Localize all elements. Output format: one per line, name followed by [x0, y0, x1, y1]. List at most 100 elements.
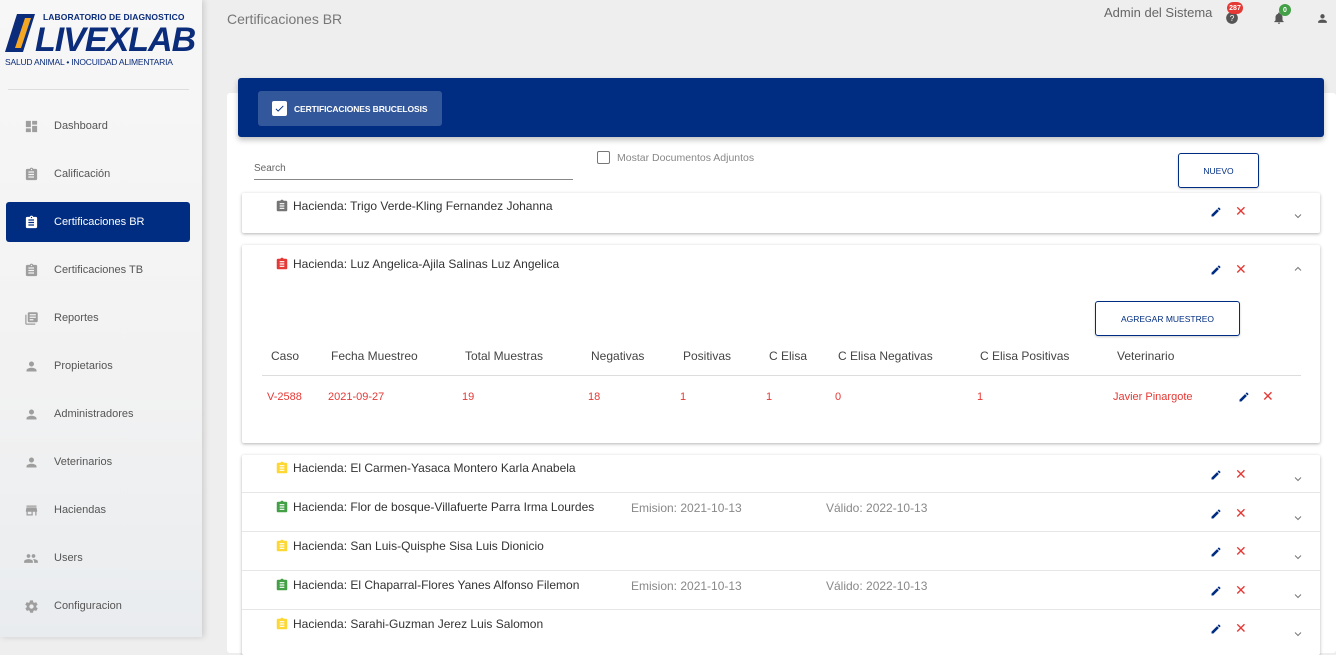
chevron-down-icon[interactable]: [1292, 628, 1304, 640]
edit-icon[interactable]: [1210, 546, 1222, 558]
emission-date: Emision: 2021-10-13: [631, 501, 742, 515]
clipboard-status-icon: [276, 578, 288, 591]
library-books-icon: [23, 310, 39, 326]
table-cell: 19: [462, 391, 475, 403]
table-cell: 1: [680, 391, 687, 403]
edit-icon[interactable]: [1210, 508, 1222, 520]
hacienda-title: Hacienda: El Chaparral-Flores Yanes Alfo…: [293, 578, 580, 592]
sidebar-item-label: Propietarios: [54, 360, 113, 372]
delete-icon[interactable]: ✕: [1235, 467, 1247, 481]
table-cell: 1: [977, 391, 984, 403]
column-header[interactable]: Fecha Muestreo: [331, 349, 418, 363]
hacienda-row[interactable]: Hacienda: El Chaparral-Flores Yanes Alfo…: [242, 572, 1320, 610]
edit-icon[interactable]: [1238, 391, 1250, 403]
clipboard-icon: [23, 262, 39, 278]
add-sampling-button[interactable]: AGREGAR MUESTREO: [1095, 301, 1240, 336]
chevron-down-icon[interactable]: [1292, 210, 1304, 222]
delete-icon[interactable]: ✕: [1262, 389, 1274, 403]
clipboard-status-icon: [276, 199, 288, 212]
table-cell: 2021-09-27: [328, 391, 385, 403]
column-header[interactable]: Positivas: [683, 349, 731, 363]
delete-icon[interactable]: ✕: [1235, 262, 1247, 276]
sidebar-item-dashboard[interactable]: Dashboard: [6, 106, 190, 146]
sidebar-item-label: Certificaciones BR: [54, 216, 145, 228]
sidebar-divider: [8, 89, 189, 90]
hacienda-row[interactable]: Hacienda: Sarahi-Guzman Jerez Luis Salom…: [242, 611, 1320, 649]
delete-icon[interactable]: ✕: [1235, 583, 1247, 597]
column-header[interactable]: C Elisa Positivas: [980, 349, 1069, 363]
edit-icon[interactable]: [1210, 206, 1222, 218]
sidebar-item-administradores[interactable]: Administradores: [6, 394, 190, 434]
sidebar-item-reportes[interactable]: Reportes: [6, 298, 190, 338]
sidebar-item-configuracion[interactable]: Configuracion: [6, 586, 190, 626]
tab-label: CERTIFICACIONES BRUCELOSIS: [294, 103, 428, 114]
edit-icon[interactable]: [1210, 623, 1222, 635]
chevron-up-icon[interactable]: [1292, 263, 1304, 275]
logo-main-text: LIVEXLAB: [35, 21, 196, 59]
sidebar-item-calificacion[interactable]: Calificación: [6, 154, 190, 194]
edit-icon[interactable]: [1210, 585, 1222, 597]
tab-certificaciones-brucelosis[interactable]: CERTIFICACIONES BRUCELOSIS: [258, 91, 442, 126]
person-icon: [1318, 14, 1327, 23]
edit-icon[interactable]: [1210, 264, 1222, 276]
user-name[interactable]: Admin del Sistema: [1104, 5, 1212, 20]
hacienda-title: Hacienda: Luz Angelica-Ajila Salinas Luz…: [293, 257, 560, 271]
clipboard-icon: [23, 166, 39, 182]
chevron-down-icon[interactable]: [1292, 473, 1304, 485]
gear-icon: [23, 598, 39, 614]
column-header[interactable]: Negativas: [591, 349, 644, 363]
column-header[interactable]: C Elisa Negativas: [838, 349, 933, 363]
person-icon: [23, 454, 39, 470]
delete-icon[interactable]: ✕: [1235, 204, 1247, 218]
help-button[interactable]: ? 287: [1225, 2, 1243, 25]
sidebar-item-label: Calificación: [54, 168, 111, 180]
sidebar-item-users[interactable]: Users: [6, 538, 190, 578]
sidebar-item-propietarios[interactable]: Propietarios: [6, 346, 190, 386]
sidebar-item-veterinarios[interactable]: Veterinarios: [6, 442, 190, 482]
svg-text:?: ?: [1230, 14, 1235, 23]
hacienda-row[interactable]: Hacienda: Luz Angelica-Ajila Salinas Luz…: [242, 257, 1320, 295]
sidebar-item-haciendas[interactable]: Haciendas: [6, 490, 190, 530]
sidebar: LABORATORIO DE DIAGNOSTICO LIVEXLAB SALU…: [0, 0, 202, 637]
sidebar-item-label: Configuracion: [54, 600, 122, 612]
person-icon: [23, 358, 39, 374]
page-title: Certificaciones BR: [227, 11, 343, 27]
delete-icon[interactable]: ✕: [1235, 621, 1247, 635]
search-input[interactable]: [254, 158, 573, 174]
hacienda-row[interactable]: Hacienda: El Carmen-Yasaca Montero Karla…: [242, 455, 1320, 493]
sidebar-item-certificaciones-br[interactable]: Certificaciones BR: [6, 202, 190, 242]
table-cell: 18: [588, 391, 601, 403]
chevron-down-icon[interactable]: [1292, 512, 1304, 524]
search-field[interactable]: [254, 158, 573, 180]
hacienda-row[interactable]: Hacienda: Flor de bosque-Villafuerte Par…: [242, 494, 1320, 532]
hacienda-row[interactable]: Hacienda: San Luis-Quisphe Sisa Luis Dio…: [242, 533, 1320, 571]
emission-date: Emision: 2021-10-13: [631, 579, 742, 593]
table-cell: Javier Pinargote: [1113, 391, 1193, 403]
column-header[interactable]: Veterinario: [1117, 349, 1174, 363]
column-header[interactable]: Caso: [271, 349, 299, 363]
edit-icon[interactable]: [1210, 469, 1222, 481]
chevron-down-icon[interactable]: [1292, 590, 1304, 602]
hacienda-row[interactable]: Hacienda: Trigo Verde-Kling Fernandez Jo…: [242, 193, 1320, 231]
clipboard-status-icon: [276, 539, 288, 552]
hacienda-title: Hacienda: Flor de bosque-Villafuerte Par…: [293, 500, 595, 514]
delete-icon[interactable]: ✕: [1235, 544, 1247, 558]
sidebar-item-label: Certificaciones TB: [54, 264, 144, 276]
dashboard-icon: [23, 118, 39, 134]
new-button[interactable]: NUEVO: [1178, 153, 1259, 188]
attach-docs-checkbox[interactable]: Mostar Documentos Adjuntos: [597, 151, 754, 164]
hacienda-panel[interactable]: Hacienda: Trigo Verde-Kling Fernandez Jo…: [242, 193, 1320, 233]
table-cell: V-2588: [267, 391, 302, 403]
checkbox-icon: [597, 151, 610, 164]
delete-icon[interactable]: ✕: [1235, 506, 1247, 520]
column-header[interactable]: Total Muestras: [465, 349, 543, 363]
livexlab-logo[interactable]: LABORATORIO DE DIAGNOSTICO LIVEXLAB SALU…: [5, 8, 196, 72]
column-header[interactable]: C Elisa: [769, 349, 807, 363]
hacienda-title: Hacienda: Trigo Verde-Kling Fernandez Jo…: [293, 199, 553, 213]
clipboard-status-icon: [276, 461, 288, 474]
chevron-down-icon[interactable]: [1292, 551, 1304, 563]
account-button[interactable]: [1316, 9, 1332, 25]
notifications-button[interactable]: 0: [1272, 4, 1291, 25]
sidebar-item-label: Administradores: [54, 408, 134, 420]
sidebar-item-certificaciones-tb[interactable]: Certificaciones TB: [6, 250, 190, 290]
